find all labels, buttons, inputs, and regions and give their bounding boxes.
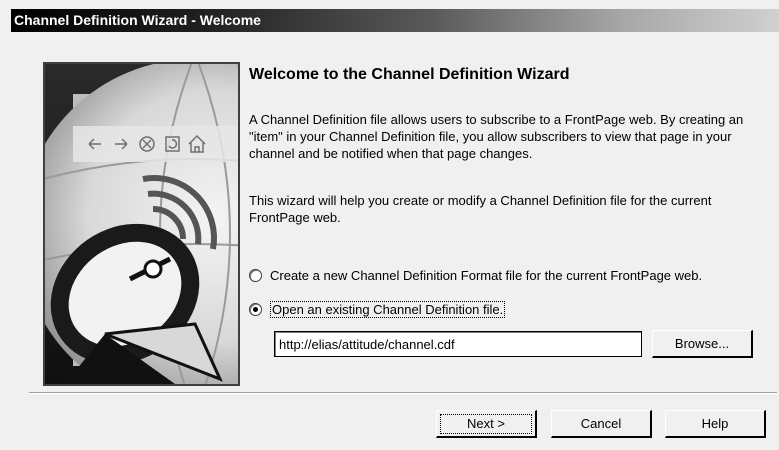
page-heading: Welcome to the Channel Definition Wizard xyxy=(249,66,570,83)
illustration-graphic xyxy=(45,64,238,384)
open-existing-option[interactable]: Open an existing Channel Definition file… xyxy=(249,301,506,318)
intro-paragraph: A Channel Definition file allows users t… xyxy=(249,112,744,161)
open-existing-label[interactable]: Open an existing Channel Definition file… xyxy=(270,301,506,318)
divider xyxy=(29,392,777,394)
wizard-illustration xyxy=(43,62,240,386)
wizard-panel: Welcome to the Channel Definition Wizard… xyxy=(11,32,779,450)
help-button[interactable]: Help xyxy=(665,410,766,438)
browse-button[interactable]: Browse... xyxy=(652,330,753,358)
wizard-window: Channel Definition Wizard - Welcome Welc… xyxy=(0,0,779,450)
cdf-url-input[interactable] xyxy=(274,331,642,357)
next-button-label: Next > xyxy=(440,414,532,434)
cancel-button[interactable]: Cancel xyxy=(551,410,652,438)
window-title: Channel Definition Wizard - Welcome xyxy=(14,12,261,28)
next-button[interactable]: Next > xyxy=(436,410,537,438)
open-existing-radio[interactable] xyxy=(249,303,262,316)
description-paragraph: This wizard will help you create or modi… xyxy=(249,193,712,225)
create-new-option[interactable]: Create a new Channel Definition Format f… xyxy=(249,268,702,283)
title-bar[interactable]: Channel Definition Wizard - Welcome xyxy=(11,9,779,32)
create-new-label[interactable]: Create a new Channel Definition Format f… xyxy=(270,268,702,283)
create-new-radio[interactable] xyxy=(249,269,262,282)
